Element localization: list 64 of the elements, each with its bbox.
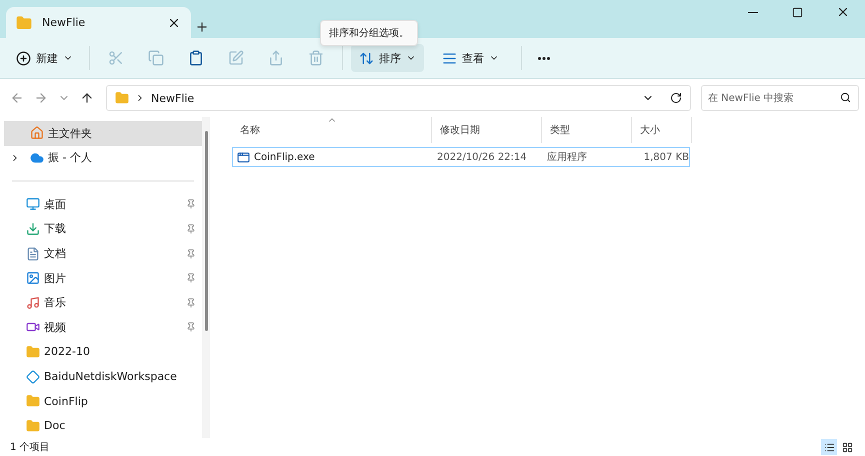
- cloud-icon: [30, 150, 44, 165]
- file-type: 应用程序: [546, 150, 588, 164]
- tab-title: NewFlie: [42, 16, 86, 29]
- sidebar-item[interactable]: 主文件夹: [4, 121, 202, 146]
- sidebar-item[interactable]: 下载: [4, 216, 202, 242]
- copy-icon: [148, 50, 164, 66]
- breadcrumb[interactable]: NewFlie: [151, 92, 194, 104]
- diamond-icon: [26, 370, 40, 384]
- sidebar-item[interactable]: 图片: [4, 266, 202, 290]
- folder-icon: [16, 14, 32, 30]
- folder-icon: [26, 418, 40, 433]
- sidebar-item[interactable]: 振 - 个人: [4, 146, 202, 170]
- sidebar-item[interactable]: 文档: [4, 241, 202, 266]
- music-icon: [26, 296, 40, 310]
- document-icon: [26, 246, 40, 261]
- sidebar-item[interactable]: 2022-10: [4, 340, 202, 364]
- paste-icon: [188, 50, 204, 66]
- file-name: CoinFlip.exe: [254, 152, 315, 162]
- delete-icon: [308, 50, 324, 66]
- modified-date: 2022/10/26 22:14: [436, 152, 528, 162]
- share-icon: [268, 50, 284, 66]
- refresh-icon[interactable]: [670, 92, 682, 104]
- sidebar-item[interactable]: Doc: [4, 413, 202, 438]
- back-arrow-icon: [10, 91, 24, 105]
- download-icon: [26, 222, 40, 236]
- rename-icon: [228, 50, 244, 66]
- address-bar[interactable]: NewFlie: [106, 85, 691, 111]
- home-icon: [30, 126, 44, 140]
- tooltip: 排序和分组选项。: [320, 20, 418, 46]
- tiles-view-icon: [842, 442, 852, 452]
- sidebar-item[interactable]: CoinFlip: [4, 388, 202, 414]
- item-count: 1 个项目: [10, 441, 50, 454]
- application-icon: [237, 150, 250, 164]
- file-size: 1,807 KB: [642, 152, 690, 162]
- search-field[interactable]: 在 NewFlie 中搜索: [701, 85, 859, 111]
- scrollbar[interactable]: [202, 117, 210, 438]
- details-view-button[interactable]: [821, 439, 837, 455]
- folder-icon: [26, 394, 40, 408]
- lines-icon: [442, 50, 457, 66]
- folder-icon: [115, 91, 129, 105]
- desktop-icon: [26, 197, 40, 212]
- cut-icon: [108, 50, 124, 66]
- folder-icon: [26, 344, 40, 359]
- sidebar-item[interactable]: 桌面: [4, 192, 202, 217]
- column-header[interactable]: 大小: [632, 117, 692, 143]
- image-icon: [26, 271, 40, 286]
- file-row[interactable]: CoinFlip.exe 2022/10/26 22:14 应用程序 1,807 KB: [232, 147, 690, 167]
- maximize-icon: [792, 6, 803, 18]
- plus-circle-icon: [16, 50, 31, 66]
- column-header[interactable]: 修改日期: [432, 117, 542, 143]
- view-button[interactable]: 查看: [434, 44, 507, 72]
- sidebar-item[interactable]: BaiduNetdiskWorkspace: [4, 364, 202, 389]
- column-header[interactable]: 名称: [232, 117, 432, 143]
- more-icon: [538, 56, 550, 60]
- new-button[interactable]: 新建: [8, 44, 81, 72]
- search-icon: [840, 92, 851, 103]
- tab[interactable]: NewFlie: [6, 7, 191, 38]
- plus-icon: [195, 20, 209, 34]
- sidebar-item[interactable]: 视频: [4, 315, 202, 340]
- column-header[interactable]: 类型: [542, 117, 632, 143]
- sort-arrows-icon: [359, 50, 374, 66]
- sort-button[interactable]: 排序: [351, 44, 424, 72]
- sidebar-item[interactable]: 音乐: [4, 290, 202, 316]
- forward-arrow-icon: [34, 91, 48, 105]
